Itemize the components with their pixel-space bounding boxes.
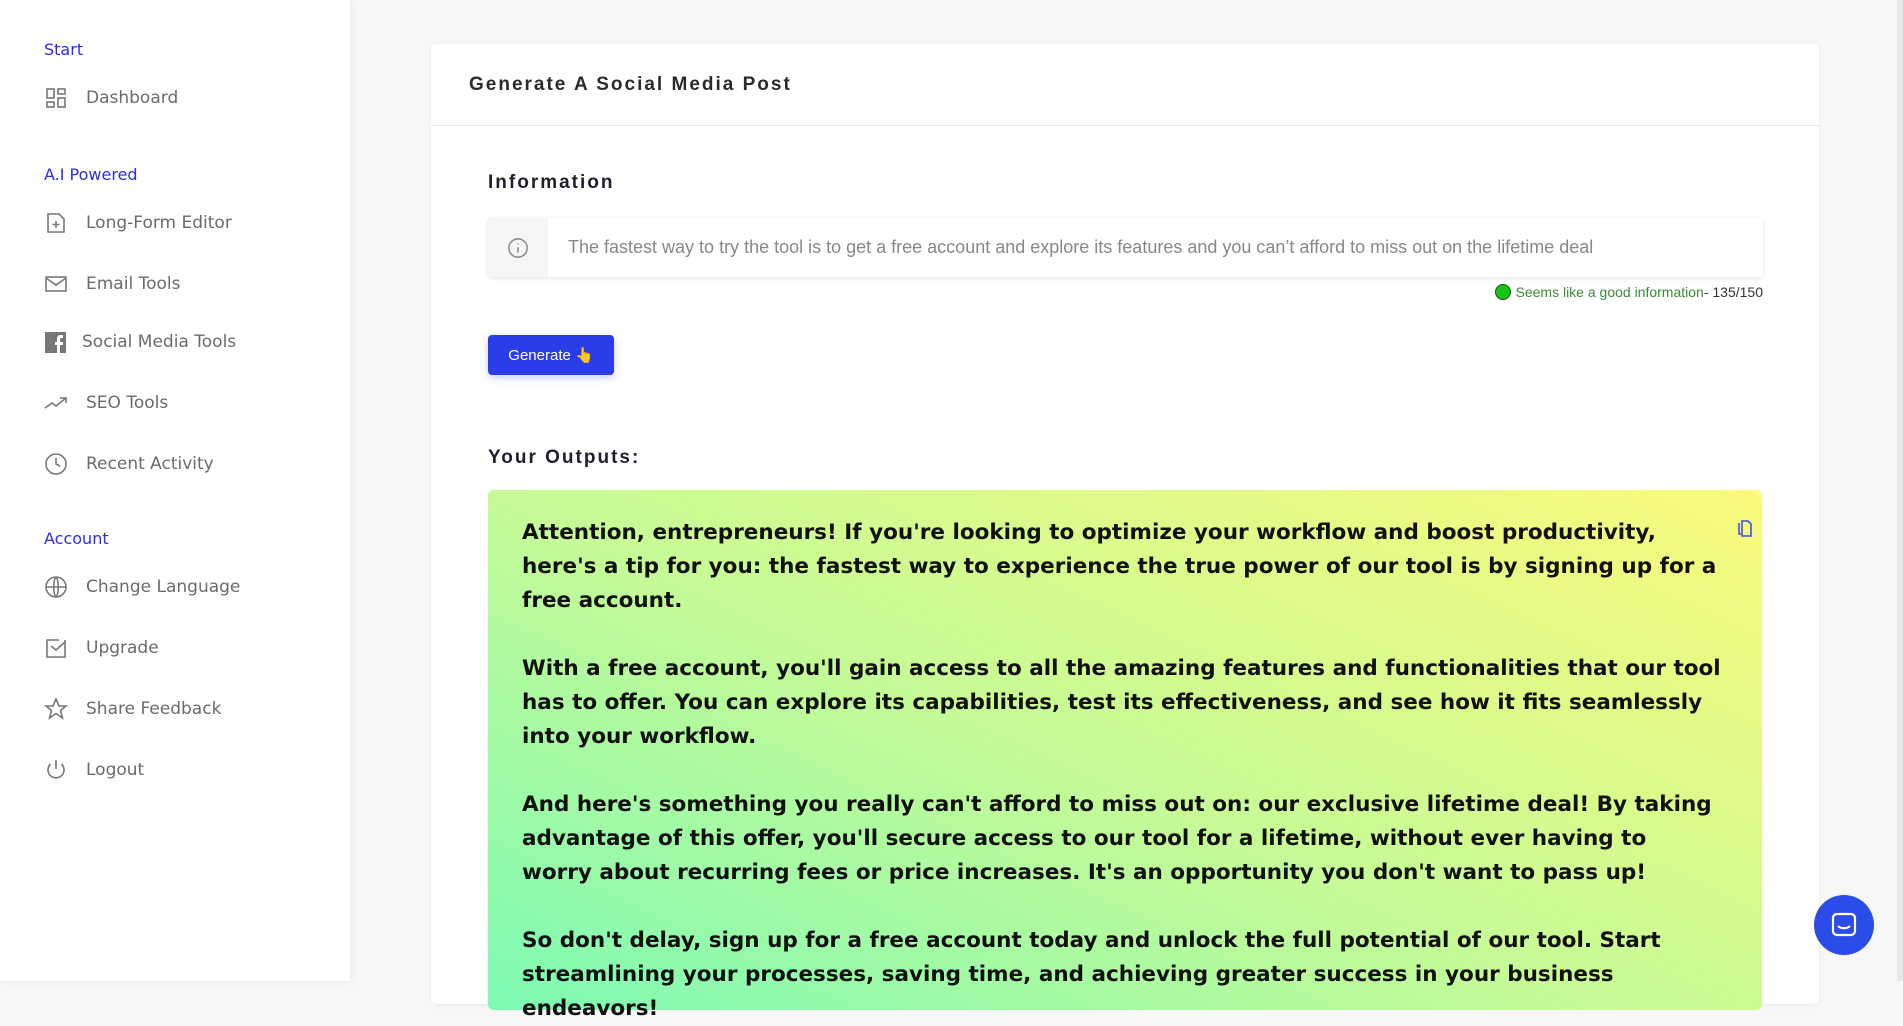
sidebar-item-label: Dashboard: [86, 88, 179, 108]
trending-up-icon: [44, 397, 67, 409]
section-start: Start: [44, 40, 84, 59]
sidebar-item-label: Recent Activity: [86, 454, 214, 474]
sidebar-item-label: Change Language: [86, 577, 241, 597]
sidebar-item-label: Social Media Tools: [82, 332, 237, 352]
mail-icon: [45, 276, 67, 292]
char-count: - 135/150: [1703, 284, 1763, 300]
status-dot-icon: [1494, 284, 1511, 300]
sidebar-item-long-form-editor[interactable]: Long-Form Editor: [44, 211, 232, 235]
sidebar-item-change-language[interactable]: Change Language: [44, 575, 240, 599]
information-label: Information: [488, 172, 615, 193]
output-paragraph: With a free account, you'll gain access …: [522, 656, 1721, 749]
sidebar-item-label: SEO Tools: [86, 393, 169, 413]
sidebar-item-email-tools[interactable]: Email Tools: [44, 272, 180, 296]
output-paragraph: So don't delay, sign up for a free accou…: [522, 928, 1661, 1021]
dashboard-icon: [46, 88, 66, 108]
clock-icon: [45, 453, 67, 475]
information-hint: Seems like a good information - 135/150: [1494, 284, 1763, 300]
sidebar-item-social-media-tools[interactable]: Social Media Tools: [44, 330, 236, 354]
copy-icon[interactable]: [1737, 520, 1753, 538]
chat-icon: [1831, 912, 1857, 937]
file-plus-icon: [47, 213, 65, 233]
generate-button[interactable]: Generate 👆: [488, 335, 614, 375]
scrollbar[interactable]: [1897, 0, 1903, 981]
sidebar-item-label: Email Tools: [86, 274, 181, 294]
sidebar-item-share-feedback[interactable]: Share Feedback: [44, 697, 221, 721]
outputs-label: Your Outputs:: [488, 447, 641, 468]
sidebar-item-label: Logout: [86, 760, 145, 780]
sidebar-item-label: Long-Form Editor: [86, 213, 232, 233]
output-box: Attention, entrepreneurs! If you're look…: [488, 490, 1762, 1021]
output-paragraph: And here's something you really can't af…: [522, 792, 1712, 885]
information-input[interactable]: [548, 218, 1763, 277]
hint-text: Seems like a good information: [1515, 284, 1704, 300]
section-account: Account: [44, 529, 109, 548]
output-paragraph: Attention, entrepreneurs! If you're look…: [522, 520, 1717, 613]
info-icon: [508, 237, 528, 258]
sidebar-item-dashboard[interactable]: Dashboard: [44, 86, 178, 110]
information-field[interactable]: [488, 218, 1763, 277]
sidebar-item-seo-tools[interactable]: SEO Tools: [44, 391, 168, 415]
chat-button[interactable]: [1814, 895, 1874, 955]
power-icon: [47, 760, 65, 779]
sidebar-item-label: Share Feedback: [86, 699, 222, 719]
star-icon: [44, 697, 68, 720]
sidebar-item-label: Upgrade: [86, 638, 159, 658]
checkbox-icon: [46, 639, 66, 658]
sidebar: Start Dashboard A.I Powered Long-Form Ed…: [0, 0, 350, 981]
card-title: Generate A Social Media Post: [431, 44, 1819, 126]
sidebar-item-recent-activity[interactable]: Recent Activity: [44, 452, 214, 476]
generate-post-card: Generate A Social Media Post Information…: [431, 44, 1819, 1021]
facebook-icon: [45, 332, 66, 353]
globe-icon: [45, 576, 67, 598]
sidebar-item-logout[interactable]: Logout: [44, 758, 144, 782]
section-ai-powered: A.I Powered: [44, 165, 138, 184]
sidebar-item-upgrade[interactable]: Upgrade: [44, 636, 159, 660]
